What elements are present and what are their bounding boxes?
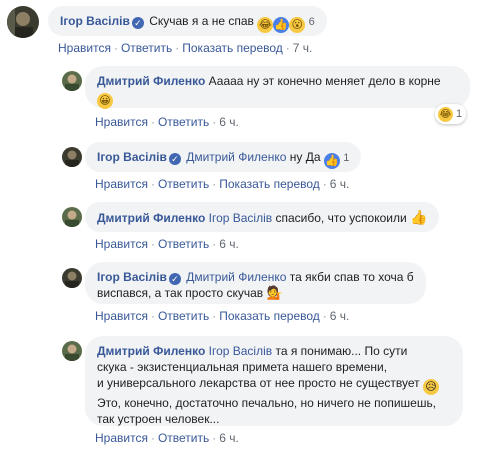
comment-bubble: Дмитрий Филенко Ігор Васілів та я понима… <box>85 336 463 426</box>
mention-link[interactable]: Ігор Васілів <box>209 211 273 225</box>
comment-actions: Нравится · Ответить · Показать перевод · 7 ч. <box>58 41 313 55</box>
translate-link[interactable]: Показать перевод <box>182 41 283 55</box>
reply-link[interactable]: Ответить <box>158 115 209 129</box>
comment-text: и универсального лекарства от нее просто… <box>97 376 420 390</box>
comment-text: Скучав я а не спав <box>149 14 254 28</box>
like-link[interactable]: Нравится <box>95 431 148 445</box>
comment-author[interactable]: Дмитрий Филенко <box>97 211 205 225</box>
laugh-emoji-icon: 😂 <box>257 17 274 33</box>
comment-actions: Нравится · Ответить · 6 ч. <box>95 115 239 129</box>
avatar-igor[interactable] <box>62 147 82 167</box>
comment-text: ну Да <box>289 150 321 164</box>
comment-text: виспався, а так просто скучав <box>97 286 264 300</box>
like-link[interactable]: Нравится <box>95 237 148 251</box>
like-link[interactable]: Нравится <box>95 115 148 129</box>
mention-link[interactable]: Дмитрий Филенко <box>186 150 286 164</box>
sad-emoji-icon: 😥 <box>422 379 439 395</box>
verified-icon: ✓ <box>168 273 181 285</box>
like-link[interactable]: Нравится <box>58 41 111 55</box>
comment-text: скука - экзистенциальная примета нашего … <box>97 360 388 374</box>
reaction-summary[interactable]: 😂 1 <box>435 104 467 124</box>
comment-author[interactable]: Ігор Васілів <box>97 270 167 284</box>
timestamp[interactable]: 6 ч. <box>219 115 239 129</box>
comment-bubble: Ігор Васілів ✓ Скучав я а не спав 😂 👍 😮 6 <box>48 6 327 36</box>
comment-bubble: Ігор Васілів ✓ Дмитрий Филенко ну Да 👍 1 <box>85 142 362 172</box>
comment-actions: Нравится · Ответить · Показать перевод · 6 ч. <box>95 309 350 323</box>
like-link[interactable]: Нравится <box>95 177 148 191</box>
comment-actions: Нравится · Ответить · 6 ч. <box>95 431 239 445</box>
like-emoji-icon: 👍 <box>323 153 340 169</box>
mention-link[interactable]: Дмитрий Филенко <box>186 270 286 284</box>
timestamp[interactable]: 6 ч. <box>219 237 239 251</box>
comment-text: та я понимаю... По сути <box>275 344 408 358</box>
like-emoji-icon: 👍 <box>273 17 290 33</box>
comment-author[interactable]: Дмитрий Филенко <box>97 344 205 358</box>
comment-bubble: Дмитрий Филенко Ааааа ну эт конечно меня… <box>85 66 470 109</box>
comment-bubble: Дмитрий Филенко Ігор Васілів спасибо, чт… <box>85 202 440 232</box>
timestamp[interactable]: 6 ч. <box>330 309 350 323</box>
wow-emoji-icon: 😮 <box>289 17 306 33</box>
smile-emoji-icon: 😀 <box>97 93 113 109</box>
reply-link[interactable]: Ответить <box>121 41 172 55</box>
reply-link[interactable]: Ответить <box>158 431 209 445</box>
timestamp[interactable]: 6 ч. <box>219 431 239 445</box>
translate-link[interactable]: Показать перевод <box>219 309 320 323</box>
comment-text: та якби спав то хоча б <box>289 270 414 284</box>
comment-author[interactable]: Дмитрий Филенко <box>97 74 205 88</box>
translate-link[interactable]: Показать перевод <box>219 177 320 191</box>
comment-text: Ааааа ну эт конечно меняет дело в корне <box>208 74 441 88</box>
like-link[interactable]: Нравится <box>95 309 148 323</box>
comment-text: Это, конечно, достаточно печально, но ни… <box>97 396 437 410</box>
comment-author[interactable]: Ігор Васілів <box>97 150 167 164</box>
reaction-count[interactable]: 1 <box>343 152 349 164</box>
verified-icon: ✓ <box>168 153 181 165</box>
comment-text: спасибо, что успокоили <box>275 211 407 225</box>
avatar-dmitry[interactable] <box>62 71 82 91</box>
person-emoji-icon: 💁 <box>266 285 283 300</box>
verified-icon: ✓ <box>131 17 144 29</box>
avatar-dmitry[interactable] <box>62 341 82 361</box>
comment-bubble: Ігор Васілів ✓ Дмитрий Филенко та якби сп… <box>85 262 426 304</box>
reaction-count[interactable]: 6 <box>309 16 315 28</box>
reply-link[interactable]: Ответить <box>158 237 209 251</box>
timestamp[interactable]: 6 ч. <box>330 177 350 191</box>
avatar-dmitry[interactable] <box>62 207 82 227</box>
laugh-emoji-icon: 😂 <box>437 105 454 123</box>
comment-author[interactable]: Ігор Васілів <box>60 14 130 28</box>
avatar-igor[interactable] <box>7 6 39 38</box>
comment-actions: Нравится · Ответить · Показать перевод · 6 ч. <box>95 177 350 191</box>
comment-text: так устроен человек... <box>97 412 220 426</box>
comment-actions: Нравится · Ответить · 6 ч. <box>95 237 239 251</box>
avatar-igor[interactable] <box>62 268 82 288</box>
reply-link[interactable]: Ответить <box>158 177 209 191</box>
reply-link[interactable]: Ответить <box>158 309 209 323</box>
thumbs-up-icon: 👍 <box>410 209 428 225</box>
mention-link[interactable]: Ігор Васілів <box>209 344 273 358</box>
timestamp[interactable]: 7 ч. <box>293 41 313 55</box>
